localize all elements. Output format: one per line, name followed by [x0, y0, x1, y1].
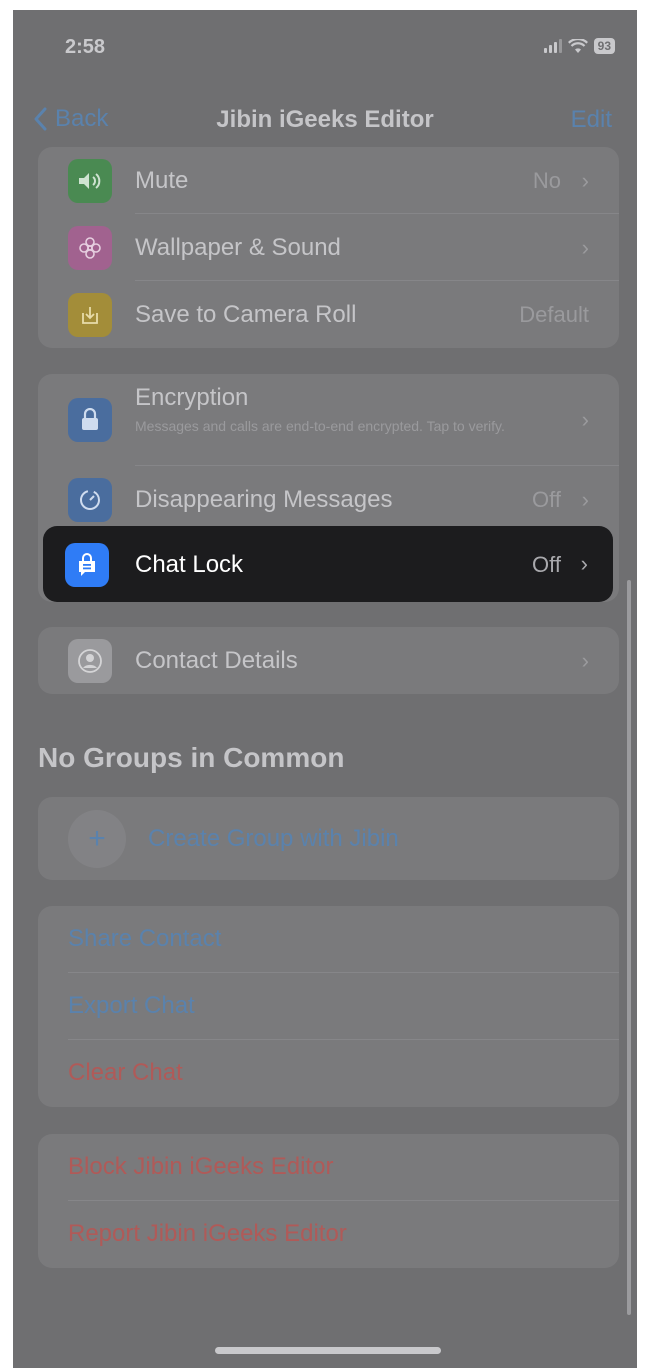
status-time: 2:58 [65, 36, 106, 58]
mute-label: Mute [135, 166, 189, 194]
chat-lock-label: Chat Lock [135, 551, 244, 578]
download-icon [68, 292, 112, 337]
phone-screen: 2:58 93 Back Jibin iGeeks Editor Edit Mu… [13, 10, 637, 1368]
wifi-icon [567, 38, 588, 53]
chevron-right-icon: › [581, 167, 589, 193]
encryption-label: Encryption [135, 384, 249, 411]
mute-value: No [532, 167, 561, 193]
save-camera-roll-row[interactable]: Save to Camera Roll Default [38, 281, 619, 348]
navigation-bar: Back Jibin iGeeks Editor Edit [13, 98, 637, 142]
battery-indicator: 93 [593, 38, 615, 54]
create-group-row[interactable]: + Create Group with Jibin [38, 797, 619, 880]
wallpaper-sound-row[interactable]: Wallpaper & Sound › [38, 214, 619, 281]
chevron-right-icon: › [581, 407, 589, 432]
export-chat-button[interactable]: Export Chat [38, 973, 619, 1040]
home-indicator[interactable] [215, 1347, 441, 1354]
chevron-right-icon: › [581, 486, 589, 512]
clear-chat-button[interactable]: Clear Chat [38, 1040, 619, 1107]
chevron-right-icon: › [581, 647, 589, 673]
share-contact-button[interactable]: Share Contact [38, 906, 619, 973]
disappearing-messages-label: Disappearing Messages [135, 485, 393, 513]
encryption-subtitle: Messages and calls are end-to-end encryp… [135, 418, 505, 434]
disappearing-messages-row[interactable]: Disappearing Messages Off › [38, 466, 619, 533]
disappearing-messages-value: Off [532, 486, 561, 512]
contact-details-group: Contact Details › [38, 627, 619, 694]
person-icon [68, 638, 112, 683]
save-camera-roll-label: Save to Camera Roll [135, 300, 357, 328]
danger-actions-group: Block Jibin iGeeks Editor Report Jibin i… [38, 1134, 619, 1268]
contact-details-row[interactable]: Contact Details › [38, 627, 619, 694]
block-contact-button[interactable]: Block Jibin iGeeks Editor [38, 1134, 619, 1201]
status-indicators: 93 [543, 38, 615, 54]
plus-icon: + [68, 809, 126, 868]
timer-icon [68, 477, 112, 522]
cellular-signal-icon [543, 39, 562, 53]
lock-icon [68, 398, 112, 442]
chevron-right-icon: › [581, 234, 589, 260]
page-title: Jibin iGeeks Editor [216, 106, 434, 133]
encryption-row[interactable]: Encryption Messages and calls are end-to… [38, 374, 619, 466]
chat-lock-icon [65, 543, 109, 587]
chat-actions-group: Share Contact Export Chat Clear Chat [38, 906, 619, 1107]
block-contact-label: Block Jibin iGeeks Editor [68, 1153, 334, 1180]
create-group-group: + Create Group with Jibin [38, 797, 619, 880]
chevron-right-icon: › [580, 551, 588, 576]
flower-icon [68, 225, 112, 270]
speaker-icon [68, 158, 112, 203]
groups-section-header: No Groups in Common [38, 742, 345, 773]
save-camera-roll-value: Default [519, 301, 589, 327]
mute-row[interactable]: Mute No › [38, 147, 619, 214]
report-contact-button[interactable]: Report Jibin iGeeks Editor [38, 1201, 619, 1268]
clear-chat-label: Clear Chat [68, 1059, 183, 1086]
create-group-label: Create Group with Jibin [148, 824, 399, 852]
scrollbar[interactable] [627, 580, 631, 1315]
export-chat-label: Export Chat [68, 992, 195, 1019]
report-contact-label: Report Jibin iGeeks Editor [68, 1220, 347, 1247]
contact-details-label: Contact Details [135, 646, 298, 674]
share-contact-label: Share Contact [68, 925, 222, 952]
chat-settings-group: Mute No › Wallpaper & Sound › Save to Ca… [38, 147, 619, 348]
wallpaper-sound-label: Wallpaper & Sound [135, 233, 341, 261]
edit-button[interactable]: Edit [571, 106, 612, 134]
chat-lock-value: Off [532, 552, 561, 577]
chat-lock-row[interactable]: Chat Lock Off › [43, 526, 613, 602]
